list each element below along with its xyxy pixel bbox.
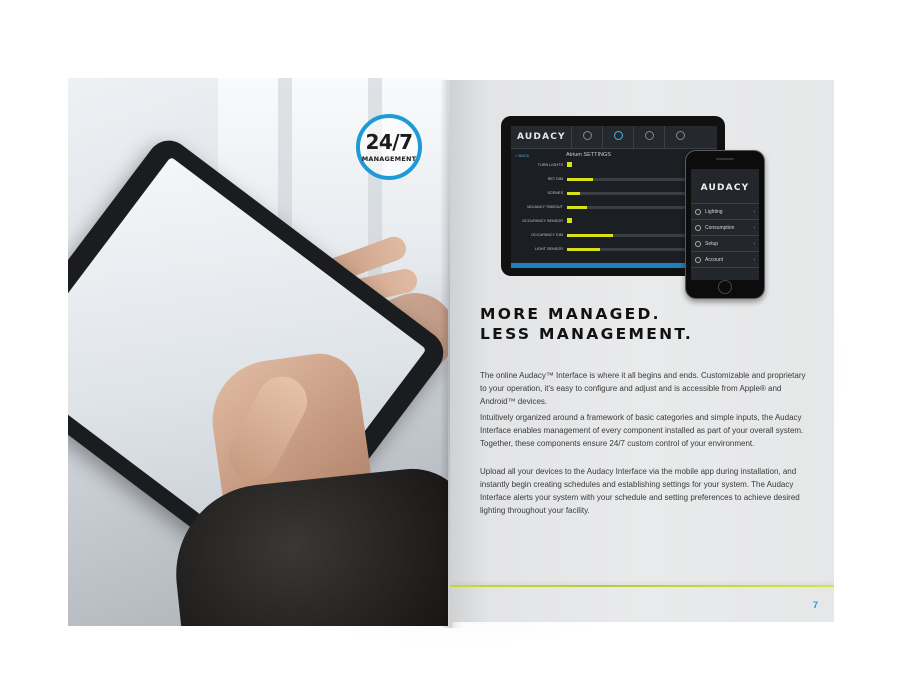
- screen-title: Atrium SETTINGS: [566, 152, 611, 158]
- left-page-photo: 24/7 MANAGEMENT: [68, 78, 448, 626]
- body-paragraph: Intuitively organized around a framework…: [480, 413, 804, 448]
- settings-row: SET DIM: [515, 176, 713, 183]
- slider-track: [567, 206, 697, 209]
- meter-icon: [695, 224, 701, 231]
- headline-line-2: LESS MANAGEMENT.: [480, 325, 694, 343]
- settings-row-label: VACANCY TIMEOUT: [526, 205, 563, 209]
- phone-speaker: [716, 158, 734, 160]
- slider-fill: [567, 206, 587, 209]
- phone-menu-item: Setup ›: [691, 236, 759, 252]
- headline-line-1: MORE MANAGED.: [480, 305, 661, 323]
- settings-row: SCENES: [515, 190, 713, 197]
- phone-menu-item: Account ›: [691, 252, 759, 268]
- back-link: < BACK: [515, 153, 530, 158]
- chevron-right-icon: ›: [753, 224, 755, 231]
- lighting-nav-icon: [602, 126, 633, 148]
- slider-fill: [567, 178, 593, 181]
- consumption-nav-icon: [633, 126, 664, 148]
- settings-row-label: SCENES: [547, 191, 563, 195]
- slider-track: [567, 248, 697, 251]
- slider-track: [567, 234, 697, 237]
- slider-track: [567, 192, 697, 195]
- slider-track: [567, 178, 697, 181]
- checkbox: [567, 162, 572, 167]
- body-paragraph: Upload all your devices to the Audacy In…: [480, 467, 800, 515]
- phone-mockup-screen: AUDACY Lighting › Consumption › Setup › Acc…: [691, 169, 759, 280]
- phone-home-button: [718, 280, 732, 294]
- body-paragraph: The online Audacy™ Interface is where it…: [480, 371, 806, 406]
- phone-app-logo: AUDACY: [700, 183, 750, 193]
- settings-row-label: SET DIM: [547, 177, 563, 181]
- settings-row: TURN LIGHTS: [515, 162, 713, 169]
- right-page: AUDACY < BACK Atrium SETTINGS TURN LIGHT…: [450, 80, 834, 622]
- settings-nav-icon: [664, 126, 695, 148]
- accent-rule: [450, 585, 834, 587]
- account-icon: [695, 256, 701, 263]
- slider-fill: [567, 234, 613, 237]
- management-badge: 24/7 MANAGEMENT: [356, 114, 422, 180]
- settings-row-label: OCCUPANCY DIM: [531, 233, 563, 237]
- chevron-right-icon: ›: [753, 256, 755, 263]
- phone-mockup: AUDACY Lighting › Consumption › Setup › Acc…: [685, 150, 765, 299]
- chevron-right-icon: ›: [753, 240, 755, 247]
- tablet-app-logo: AUDACY: [517, 132, 566, 142]
- menu-label: Account: [705, 256, 724, 263]
- slider-fill: [567, 192, 580, 195]
- settings-row-label: OCCUPANCY SENSOR: [522, 219, 563, 223]
- menu-label: Lighting: [705, 208, 723, 215]
- settings-row-label: LIGHT SENSOR: [534, 247, 563, 251]
- chevron-right-icon: ›: [753, 208, 755, 215]
- tablet-app-topbar: AUDACY: [511, 126, 717, 149]
- menu-label: Consumption: [705, 224, 735, 231]
- nav-icon: [571, 126, 602, 148]
- menu-label: Setup: [705, 240, 719, 247]
- phone-menu-item: Lighting ›: [691, 204, 759, 220]
- bulb-icon: [695, 208, 701, 215]
- settings-row: OCCUPANCY SENSOR: [515, 218, 713, 225]
- settings-row-label: TURN LIGHTS: [537, 163, 563, 167]
- phone-menu: Lighting › Consumption › Setup › Account ›: [691, 203, 759, 268]
- badge-label: MANAGEMENT: [361, 154, 417, 163]
- slider-fill: [567, 248, 600, 251]
- settings-row: VACANCY TIMEOUT: [515, 204, 713, 211]
- checkbox: [567, 218, 572, 223]
- page-number: 7: [812, 600, 818, 610]
- badge-number: 24/7: [365, 129, 413, 154]
- setup-icon: [695, 240, 701, 247]
- page-headline: MORE MANAGED. LESS MANAGEMENT.: [480, 304, 810, 344]
- settings-row: LIGHT SENSOR: [515, 246, 713, 253]
- settings-row: OCCUPANCY DIM: [515, 232, 713, 239]
- phone-menu-item: Consumption ›: [691, 220, 759, 236]
